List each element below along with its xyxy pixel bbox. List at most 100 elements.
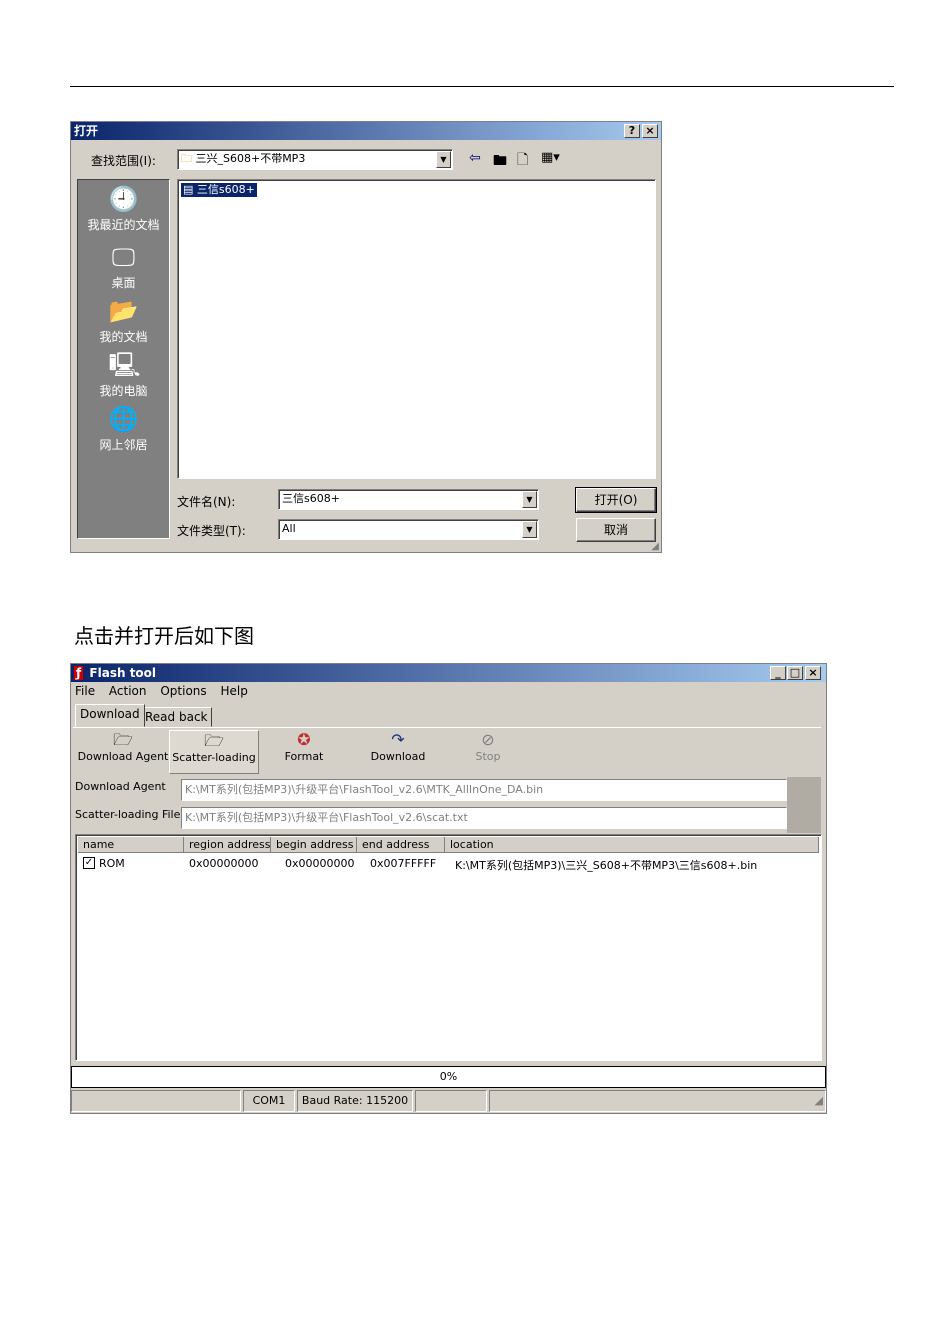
look-in-label: 查找范围(I): (91, 154, 156, 168)
toolbar: 🗁 Download Agent 🗁 Scatter-loading ✪ For… (73, 727, 821, 776)
place-label: 网上邻居 (99, 438, 148, 452)
column-header-location[interactable]: location (445, 837, 819, 853)
place-desktop[interactable]: 🖵 桌面 (78, 242, 169, 291)
menu-file[interactable]: File (75, 684, 95, 698)
format-button[interactable]: ✪ Format (269, 730, 339, 774)
tool-label: Format (284, 750, 324, 763)
status-port: COM1 (243, 1090, 295, 1112)
status-baud: Baud Rate: 115200 (297, 1090, 413, 1112)
scatter-file-row: Scatter-loading File K:\MT系列(包括MP3)\升级平台… (73, 805, 821, 831)
menu-bar: File Action Options Help (75, 684, 258, 698)
row-end: 0x007FFFFF (370, 857, 437, 870)
status-cell-blank (415, 1090, 487, 1112)
open-button[interactable]: 打开(O) (575, 487, 657, 513)
up-folder-icon[interactable]: 🖿 (493, 150, 507, 174)
filename-input[interactable]: 三信s608+ ▼ (278, 489, 539, 510)
chevron-down-icon[interactable]: ▼ (522, 521, 537, 538)
window-title: Flash tool (89, 666, 157, 680)
tab-download[interactable]: Download (75, 704, 145, 727)
place-my-documents[interactable]: 📂 我的文档 (78, 296, 169, 345)
chevron-down-icon[interactable]: ▼ (436, 151, 451, 168)
places-bar: 🕘 我最近的文档 🖵 桌面 📂 我的文档 🖳 我的电脑 🌐 网上邻居 (77, 179, 170, 539)
tool-label: Stop (475, 750, 501, 763)
format-icon: ✪ (297, 730, 311, 749)
my-computer-icon: 🖳 (108, 351, 141, 379)
scatter-file-path[interactable]: K:\MT系列(包括MP3)\升级平台\FlashTool_v2.6\scat.… (181, 807, 787, 829)
row-begin: 0x00000000 (285, 857, 355, 870)
table-row[interactable]: ✓ ROM 0x00000000 0x00000000 0x007FFFFF K… (78, 855, 819, 873)
file-icon: ▤ (183, 183, 194, 196)
place-label: 我最近的文档 (87, 218, 160, 232)
place-label: 我的文档 (99, 330, 148, 344)
help-button[interactable]: ? (624, 124, 640, 138)
download-button[interactable]: ↷ Download (363, 730, 433, 774)
tab-read-back[interactable]: Read back (140, 707, 213, 727)
place-label: 我的电脑 (99, 384, 148, 398)
my-documents-icon: 📂 (108, 297, 139, 325)
menu-help[interactable]: Help (220, 684, 247, 698)
network-places-icon: 🌐 (108, 405, 139, 433)
region-table: name region address begin address end ad… (75, 834, 822, 1061)
page-rule (70, 86, 894, 87)
scatter-loading-button[interactable]: 🗁 Scatter-loading (169, 730, 259, 774)
folder-icon: 🗀 (181, 152, 192, 165)
open-file-dialog: 打开 ? × 查找范围(I): 🗀 三兴_S608+不带MP3 ▼ ⇦ 🖿 🗋 … (70, 121, 662, 553)
filename-label: 文件名(N): (177, 495, 236, 509)
recent-documents-icon: 🕘 (108, 185, 139, 213)
progress-bar: 0% (71, 1066, 826, 1088)
row-name: ROM (99, 857, 125, 870)
look-in-combo[interactable]: 🗀 三兴_S608+不带MP3 ▼ (177, 149, 453, 170)
download-agent-label: Download Agent (75, 780, 166, 793)
new-folder-icon[interactable]: 🗋 (517, 149, 528, 173)
stop-button: ⊘ Stop (458, 730, 518, 774)
column-header-end[interactable]: end address (357, 837, 445, 853)
progress-text: 0% (439, 1070, 458, 1083)
file-item[interactable]: ▤ 三信s608+ (181, 183, 257, 197)
tool-label: Download (370, 750, 426, 763)
column-header-begin[interactable]: begin address (271, 837, 357, 853)
menu-options[interactable]: Options (160, 684, 206, 698)
place-network[interactable]: 🌐 网上邻居 (78, 404, 169, 453)
minimize-button[interactable]: _ (770, 666, 786, 680)
folder-open-icon: 🗁 (113, 730, 133, 749)
download-agent-path[interactable]: K:\MT系列(包括MP3)\升级平台\FlashTool_v2.6\MTK_A… (181, 779, 787, 801)
tool-label: Scatter-loading (172, 751, 256, 764)
caption-text: 点击并打开后如下图 (74, 624, 254, 648)
row-location: K:\MT系列(包括MP3)\三兴_S608+不带MP3\三信s608+.bin (455, 859, 758, 872)
filetype-label: 文件类型(T): (177, 524, 246, 538)
flash-tool-window: ƒ Flash tool _ □ × File Action Options H… (70, 663, 827, 1114)
app-logo-icon: ƒ (74, 666, 84, 680)
place-recent[interactable]: 🕘 我最近的文档 (78, 184, 169, 233)
cancel-button[interactable]: 取消 (576, 518, 656, 542)
resize-grip-icon[interactable]: ◢ (489, 1090, 826, 1112)
checkbox-checked-icon[interactable]: ✓ (83, 857, 95, 869)
column-header-name[interactable]: name (78, 837, 184, 853)
window-titlebar: ƒ Flash tool (71, 664, 826, 682)
download-agent-button[interactable]: 🗁 Download Agent (77, 730, 169, 774)
column-header-region[interactable]: region address (184, 837, 271, 853)
download-icon: ↷ (391, 730, 405, 749)
filetype-value: All (282, 522, 296, 535)
resize-grip-icon[interactable]: ◢ (651, 541, 659, 552)
download-agent-row: Download Agent K:\MT系列(包括MP3)\升级平台\Flash… (73, 777, 821, 833)
place-label: 桌面 (111, 276, 136, 290)
scatter-file-label: Scatter-loading File (75, 808, 181, 821)
status-cell-blank (71, 1090, 241, 1112)
file-name: 三信s608+ (196, 183, 255, 196)
menu-action[interactable]: Action (109, 684, 147, 698)
close-button[interactable]: × (805, 666, 821, 680)
chevron-down-icon[interactable]: ▼ (522, 491, 537, 508)
place-my-computer[interactable]: 🖳 我的电脑 (78, 350, 169, 399)
row-region: 0x00000000 (189, 857, 259, 870)
back-icon[interactable]: ⇦ (469, 150, 481, 166)
stop-icon: ⊘ (481, 730, 495, 749)
dialog-titlebar: 打开 (71, 122, 661, 140)
dialog-title: 打开 (74, 124, 99, 138)
file-list: ▤ 三信s608+ (177, 179, 656, 479)
filetype-select[interactable]: All ▼ (278, 519, 539, 540)
filename-value: 三信s608+ (282, 492, 340, 505)
view-menu-icon[interactable]: ▦▾ (541, 150, 560, 165)
maximize-button[interactable]: □ (787, 666, 803, 680)
tool-label: Download Agent (77, 750, 169, 763)
close-button[interactable]: × (642, 124, 658, 138)
